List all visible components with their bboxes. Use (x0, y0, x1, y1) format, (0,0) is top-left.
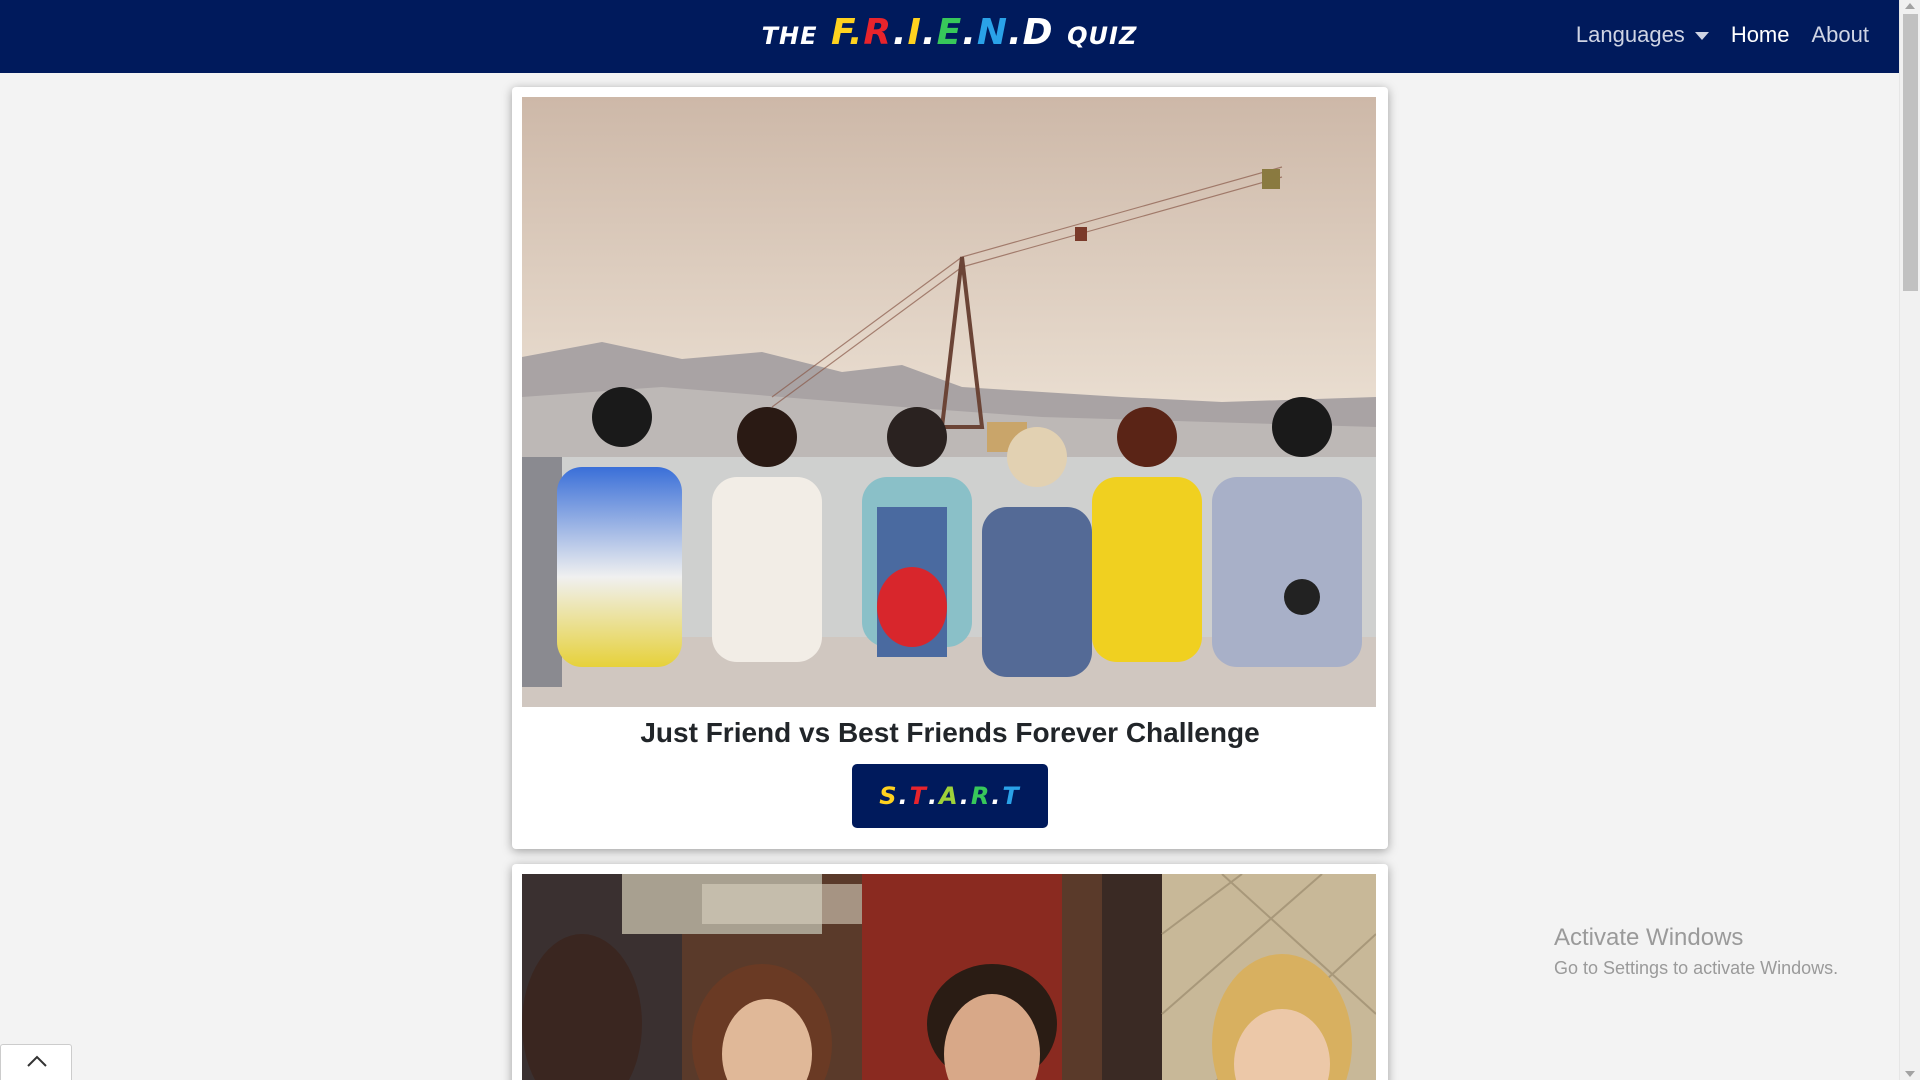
start-button-letter: A (939, 782, 960, 810)
nav-about-link[interactable]: About (1812, 22, 1870, 48)
chevron-up-icon (27, 1055, 47, 1067)
nav-links: Languages Home About (1554, 22, 1869, 48)
brand-letter: E (936, 12, 963, 53)
brand-letter: N (976, 12, 1008, 53)
languages-label: Languages (1575, 22, 1685, 47)
caret-down-icon (1694, 32, 1709, 41)
start-button-letter: T (1002, 782, 1021, 810)
brand-letter: I (907, 12, 922, 53)
scroll-up-arrow-icon[interactable] (1905, 3, 1915, 9)
start-button-letter: S (879, 782, 899, 810)
quiz-card: Just Friend vs Best Friends Forever Chal… (512, 87, 1388, 849)
brand-prefix: THE (761, 22, 818, 50)
brand-letter: . (892, 12, 908, 53)
start-button-letter: . (959, 782, 971, 810)
brand-suffix: QUIZ (1067, 22, 1138, 50)
languages-dropdown[interactable]: Languages (1576, 22, 1709, 48)
scrollbar-thumb[interactable] (1903, 14, 1918, 291)
quiz-card (512, 864, 1388, 1080)
start-button[interactable]: S.T.A.R.T (852, 764, 1048, 828)
scroll-to-top-button[interactable] (0, 1044, 72, 1080)
start-button-letter: T (909, 782, 928, 810)
brand-letter: . (1007, 12, 1023, 53)
start-button-letter: . (991, 782, 1003, 810)
brand-letter: . (962, 12, 977, 53)
scroll-down-arrow-icon[interactable] (1905, 1071, 1915, 1077)
brand-letter: . (921, 12, 937, 53)
brand-letter: . (848, 12, 864, 53)
quiz-card-title: Just Friend vs Best Friends Forever Chal… (640, 717, 1260, 748)
quiz-card-image (522, 97, 1376, 707)
quiz-card-image (522, 874, 1376, 1080)
windows-activation-watermark: Activate Windows Go to Settings to activ… (1554, 924, 1838, 979)
brand-letter: R (863, 12, 893, 53)
brand-letter: F (831, 12, 849, 53)
watermark-title: Activate Windows (1554, 924, 1744, 951)
start-button-letter: . (898, 782, 910, 810)
watermark-subtitle: Go to Settings to activate Windows. (1554, 958, 1839, 978)
vertical-scrollbar[interactable] (1899, 0, 1920, 1080)
brand-letter: D (1022, 12, 1054, 53)
nav-home-link[interactable]: Home (1731, 22, 1790, 48)
start-button-letter: R (970, 782, 992, 810)
navbar: THE F.R.I.E.N.D QUIZ Languages Home Abou… (0, 0, 1899, 73)
brand-letters: F.R.I.E.N.D (831, 12, 1054, 53)
start-button-letter: . (927, 782, 940, 810)
